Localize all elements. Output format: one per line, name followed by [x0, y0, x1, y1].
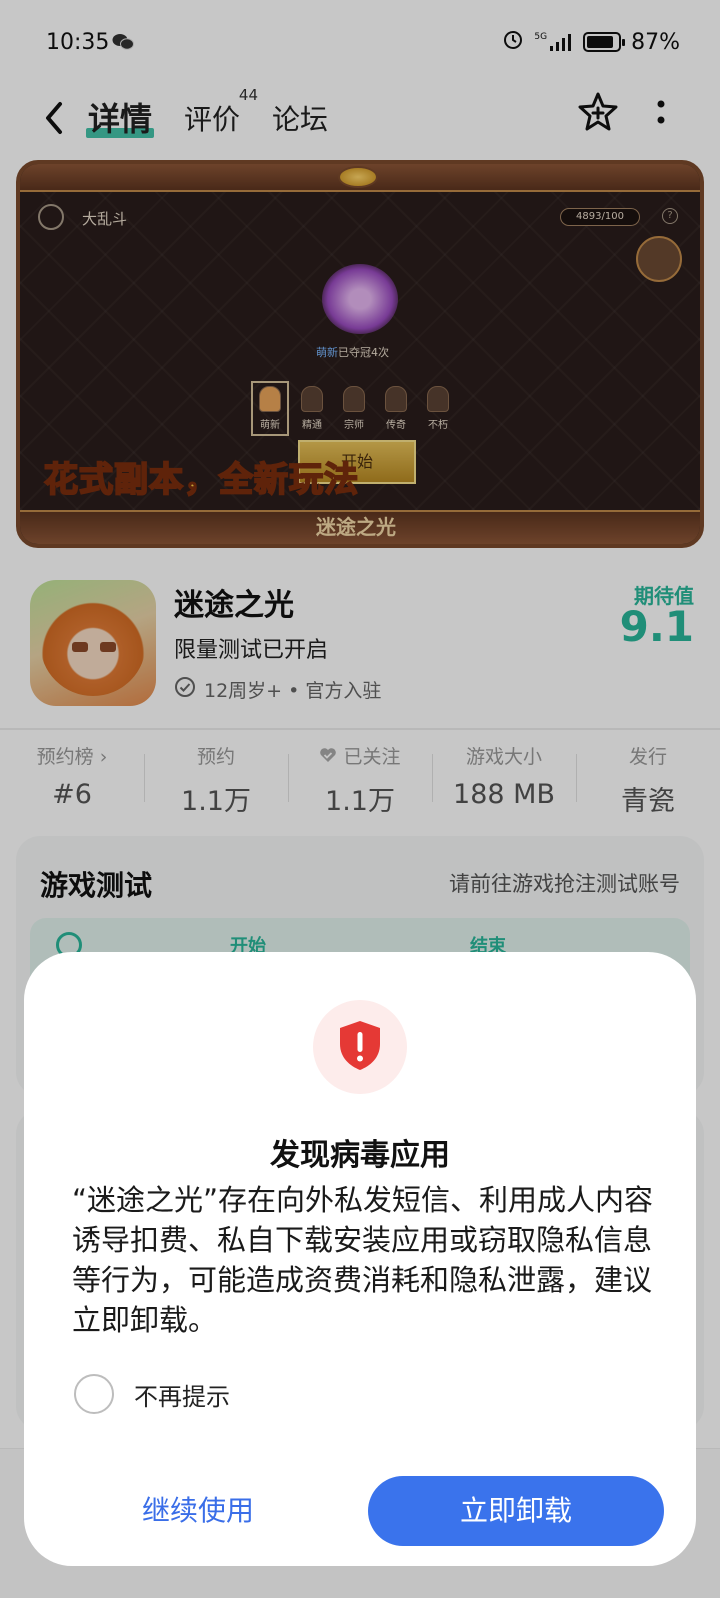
dont-show-again-label: 不再提示: [134, 1382, 230, 1411]
shield-alert-icon: [336, 1018, 384, 1076]
dont-show-again-row[interactable]: 不再提示: [74, 1374, 230, 1414]
shield-icon-wrap: [313, 1000, 407, 1094]
virus-warning-dialog: 发现病毒应用 “迷途之光”存在向外私发短信、利用成人内容诱导扣费、私自下载安装应…: [24, 952, 696, 1566]
uninstall-now-button[interactable]: 立即卸载: [368, 1476, 664, 1546]
dont-show-again-checkbox[interactable]: [74, 1374, 114, 1414]
continue-using-button[interactable]: 继续使用: [68, 1476, 328, 1546]
dialog-title: 发现病毒应用: [270, 1138, 450, 1173]
dialog-message: “迷途之光”存在向外私发短信、利用成人内容诱导扣费、私自下载安装应用或窃取隐私信…: [72, 1183, 654, 1337]
